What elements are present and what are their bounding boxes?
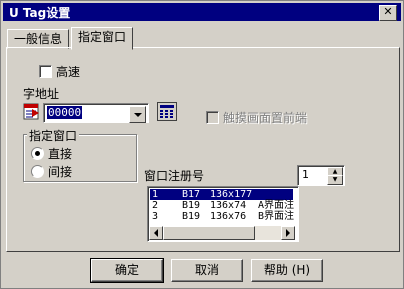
cancel-button[interactable]: 取消 [171,259,243,282]
word-address-value: 00000 [47,106,83,119]
list-item[interactable]: 1 B17 136x177 [150,189,293,200]
row-name: B17 [182,189,201,200]
radio-indirect-label: 间接 [48,165,73,179]
arrow-right-icon [286,229,290,237]
row-name: B19 [182,211,201,222]
row-extra: B界面注 [258,211,295,222]
word-address-label: 字地址 [23,87,60,101]
row-size: 136x76 [210,211,247,222]
tab-general-info-label: 一般信息 [14,32,63,46]
row-num: 3 [152,211,159,222]
scroll-left-button[interactable] [149,226,163,240]
row-name: B19 [182,200,201,211]
row-extra: A界面注 [258,200,295,211]
window-number-spinner[interactable]: 1 ▲ ▼ [297,165,345,186]
title-bar: U Tag设置 ✕ [3,3,401,21]
keypad-icon[interactable] [157,102,177,121]
touch-front-checkbox[interactable] [206,111,219,124]
tab-specify-window[interactable]: 指定窗口 [71,27,134,50]
address-table-icon[interactable] [23,103,40,120]
chevron-down-icon [133,112,142,117]
cancel-button-label: 取消 [194,263,219,277]
help-button-label: 帮助 (H) [263,263,311,277]
scroll-thumb[interactable] [163,226,255,240]
row-num: 1 [152,189,159,200]
radio-direct-label: 直接 [48,147,73,161]
row-size: 136x177 [210,189,253,200]
tab-specify-window-label: 指定窗口 [78,30,127,44]
high-speed-checkbox[interactable] [39,65,52,78]
close-icon: ✕ [383,5,393,18]
high-speed-label: 高速 [56,65,81,79]
word-address-combo[interactable]: 00000 [43,103,149,123]
spin-down-button[interactable]: ▼ [327,175,343,185]
dialog-window: U Tag设置 ✕ 一般信息 指定窗口 高速 字地址 00000 触摸画面置前端… [0,0,404,289]
list-item[interactable]: 2 B19 136x74 A界面注 [150,200,295,211]
scroll-right-button[interactable] [281,226,295,240]
ok-button[interactable]: 确定 [90,258,164,283]
list-item[interactable]: 3 B19 136x76 B界面注 [150,211,295,222]
window-number-value: 1 [302,168,309,181]
word-address-dropdown-button[interactable] [129,106,146,123]
horizontal-scrollbar[interactable] [149,226,295,240]
touch-front-label: 触摸画面置前端 [223,111,308,125]
row-num: 2 [152,200,159,211]
specify-window-group-title: 指定窗口 [27,127,80,144]
window-number-label: 窗口注册号 [144,169,205,183]
window-title: U Tag设置 [9,5,71,20]
help-button[interactable]: 帮助 (H) [251,259,323,282]
radio-indirect[interactable] [31,165,44,178]
arrow-left-icon [154,229,158,237]
ok-button-label: 确定 [114,263,139,277]
close-button[interactable]: ✕ [379,5,397,21]
radio-direct[interactable] [31,147,44,160]
tab-general-info[interactable]: 一般信息 [7,29,70,49]
radio-selected-dot [35,151,40,156]
row-size: 136x74 [210,200,247,211]
window-list[interactable]: 1 B17 136x177 2 B19 136x74 A界面注 3 B19 13… [147,186,299,242]
